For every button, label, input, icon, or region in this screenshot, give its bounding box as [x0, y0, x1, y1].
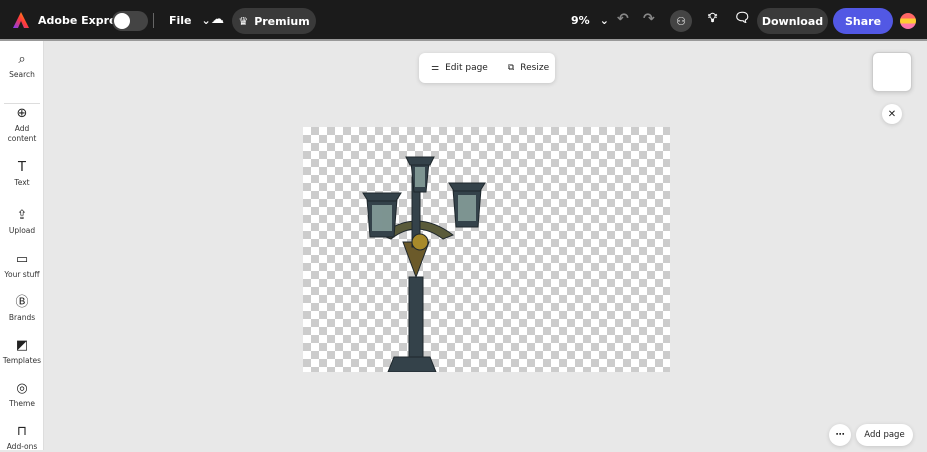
page-toolbar: ⚌ Edit page ⧉ Resize: [419, 53, 555, 83]
text-icon: T: [18, 160, 26, 175]
sidebar-item-label: Search: [9, 70, 35, 79]
sidebar-item-label: Text: [14, 178, 30, 187]
file-label: File: [169, 14, 192, 27]
sidebar-item-your-stuff[interactable]: ▭ Your stuff: [0, 252, 44, 280]
chevron-down-icon: ⌄: [599, 14, 609, 27]
chevron-down-icon: ⌄: [201, 14, 211, 27]
add-page-button[interactable]: Add page: [856, 424, 913, 446]
mode-toggle[interactable]: [112, 11, 148, 31]
premium-button[interactable]: ♛ Premium: [232, 8, 316, 34]
invite-icon[interactable]: ⚇: [670, 10, 692, 32]
file-menu[interactable]: File ⌄: [169, 14, 211, 27]
search-icon: ⌕: [18, 52, 26, 67]
redo-icon[interactable]: ↷: [643, 11, 655, 27]
more-options-button[interactable]: ⋯: [829, 424, 851, 446]
zoom-value: 9%: [571, 14, 590, 27]
sidebar-item-add-content[interactable]: ⊕ Add content: [0, 106, 44, 144]
cloud-icon[interactable]: ☁: [211, 12, 224, 27]
sidebar-item-brands[interactable]: Ⓑ Brands: [0, 295, 44, 323]
upload-icon: ⇪: [16, 208, 28, 223]
sidebar-item-upload[interactable]: ⇪ Upload: [0, 208, 44, 236]
avatar[interactable]: [900, 13, 916, 29]
lamp-post-image: [362, 156, 486, 373]
top-bar: Adobe Express File ⌄ ☁ ♛ Premium 9% ⌄ ↶ ↷ ⚇…: [0, 0, 927, 41]
sliders-icon: ⚌: [431, 63, 440, 73]
sidebar-item-label: Add content: [7, 124, 37, 143]
palette-icon: ◎: [16, 381, 28, 396]
page-thumbnail[interactable]: [872, 52, 912, 92]
close-icon[interactable]: ✕: [882, 104, 902, 124]
sidebar-item-label: Your stuff: [4, 270, 40, 279]
plus-circle-icon: ⊕: [16, 106, 28, 121]
resize-icon: ⧉: [507, 63, 515, 73]
download-button[interactable]: Download: [757, 8, 828, 34]
brand-icon: Ⓑ: [15, 295, 29, 310]
sidebar-item-search[interactable]: ⌕ Search: [0, 52, 44, 80]
templates-icon: ◩: [15, 338, 29, 353]
crown-icon: ♛: [238, 14, 249, 28]
adobe-express-logo[interactable]: [12, 11, 30, 29]
resize-button[interactable]: Resize: [520, 63, 549, 73]
edit-page-button[interactable]: Edit page: [445, 63, 488, 73]
sidebar-item-add-ons[interactable]: ⊓ Add-ons: [0, 424, 44, 452]
sidebar-item-text[interactable]: T Text: [0, 160, 44, 188]
sidebar-item-templates[interactable]: ◩ Templates: [0, 338, 44, 366]
divider: [153, 13, 154, 28]
sidebar-item-label: Upload: [8, 226, 36, 235]
share-button[interactable]: Share: [833, 8, 893, 34]
design-canvas[interactable]: [303, 127, 670, 373]
divider: [4, 103, 40, 104]
sidebar-item-label: Templates: [2, 356, 42, 365]
undo-icon[interactable]: ↶: [617, 11, 629, 27]
folder-icon: ▭: [15, 252, 29, 267]
addons-icon: ⊓: [16, 424, 28, 439]
sidebar-item-label: Theme: [9, 399, 35, 408]
sidebar-item-label: Brands: [8, 313, 36, 322]
lightbulb-icon[interactable]: 💡︎: [708, 11, 717, 26]
sidebar-item-theme[interactable]: ◎ Theme: [0, 381, 44, 409]
zoom-select[interactable]: 9% ⌄: [571, 14, 609, 27]
comment-icon[interactable]: 🗨︎: [734, 11, 751, 26]
premium-label: Premium: [254, 14, 310, 28]
